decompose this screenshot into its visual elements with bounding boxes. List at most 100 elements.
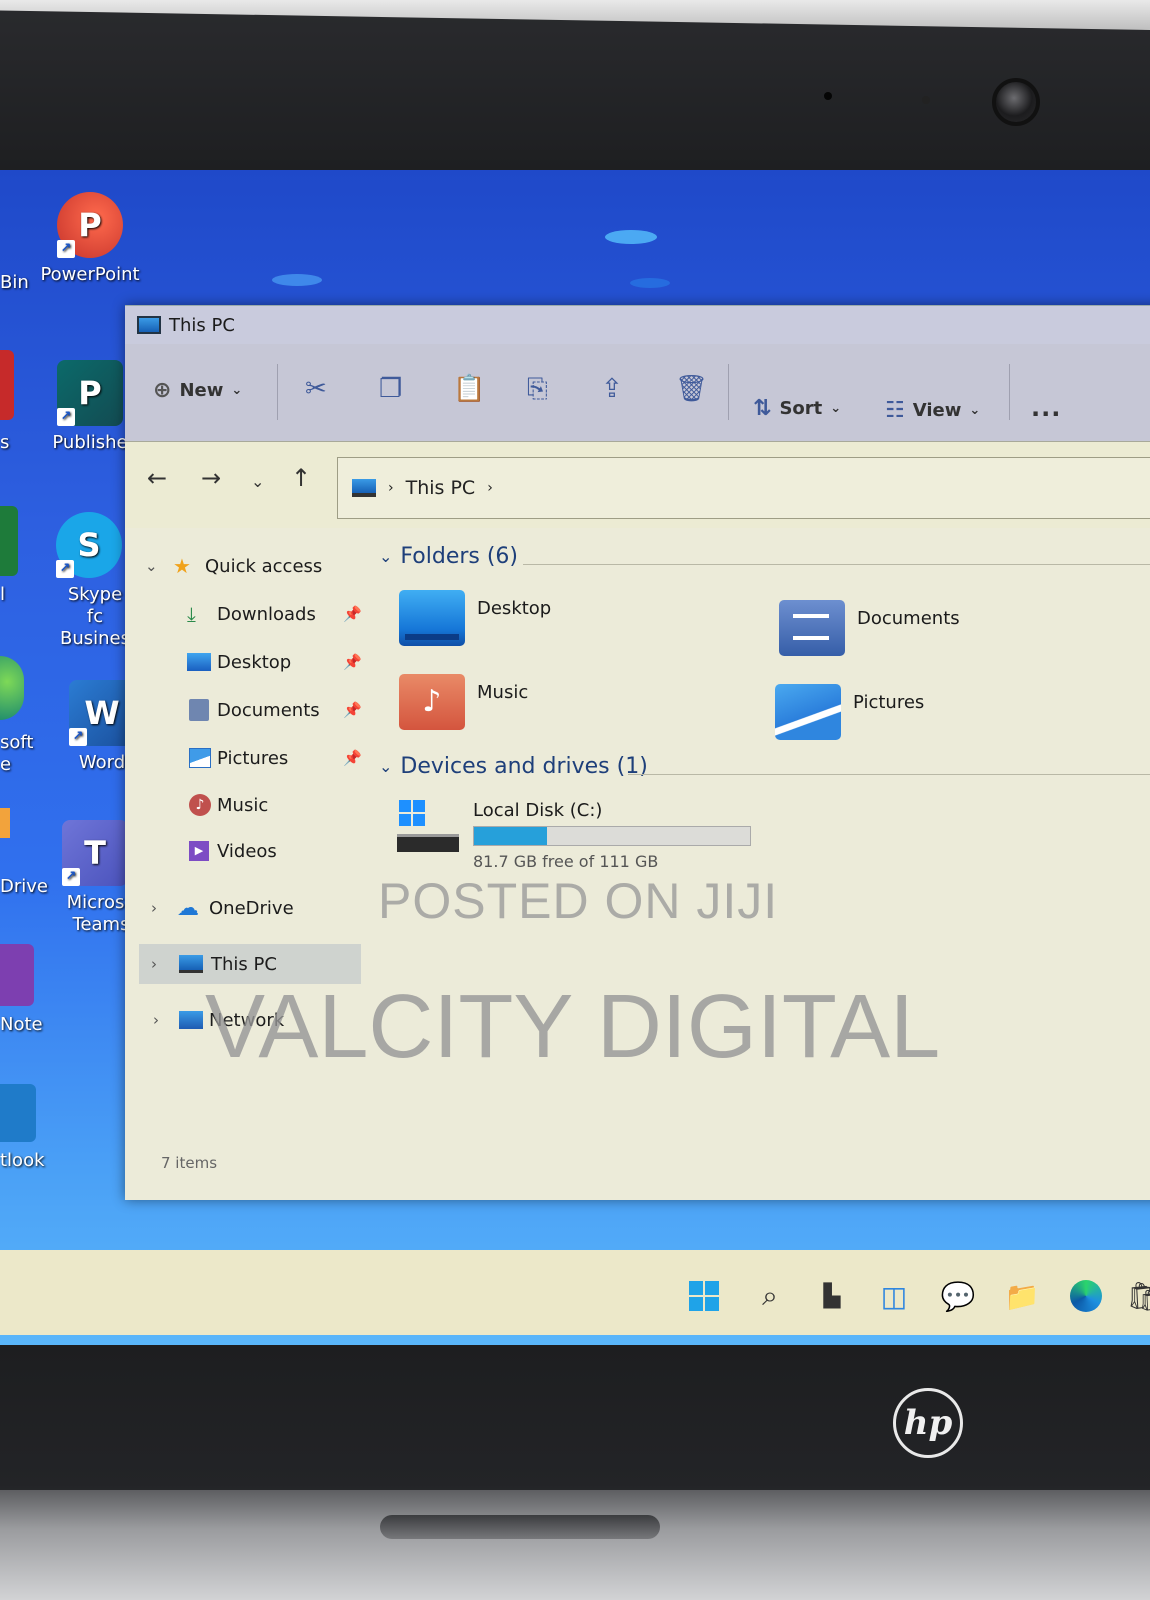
- monitor-icon: [352, 479, 376, 497]
- folders-section-header[interactable]: ⌄ Folders (6): [379, 544, 518, 569]
- task-view-icon[interactable]: ▙: [814, 1278, 850, 1314]
- desktop-icon-label: Skype fc Busines: [60, 584, 130, 649]
- delete-icon[interactable]: 🗑: [675, 374, 708, 404]
- status-item-count: 7 items: [161, 1154, 218, 1172]
- desktop-icon-label: Publishe: [52, 432, 128, 453]
- nav-item-desktop[interactable]: Desktop 📌: [125, 642, 370, 682]
- start-windows-icon[interactable]: [686, 1278, 722, 1314]
- desktop-icon-label-cut: Note: [0, 1014, 43, 1035]
- pin-icon[interactable]: 📌: [343, 653, 362, 671]
- watermark-posted: POSTED ON JIJI: [378, 873, 779, 929]
- drive-free-space: 81.7 GB free of 111 GB: [473, 852, 659, 871]
- watermark-brand: VALCITY DIGITAL: [205, 977, 941, 1077]
- desktop-icon-label-cut: l: [0, 584, 6, 605]
- new-button-label: New: [179, 380, 224, 401]
- desktop-icon-powerpoint[interactable]: P ↗ PowerPoint: [40, 192, 140, 286]
- wallpaper-accent: [272, 274, 322, 286]
- nav-item-label: Downloads: [217, 603, 316, 625]
- windows-drive-icon: [397, 800, 461, 856]
- pin-icon[interactable]: 📌: [343, 701, 362, 719]
- file-explorer-icon[interactable]: 📁: [1004, 1278, 1040, 1314]
- folder-tile-desktop[interactable]: Desktop: [399, 590, 551, 646]
- nav-item-videos[interactable]: ▶ Videos: [125, 831, 370, 871]
- nav-item-label: Desktop: [217, 651, 292, 673]
- nav-item-label: Pictures: [217, 747, 289, 769]
- copy-icon[interactable]: ❐: [379, 374, 402, 404]
- sensor-dot: [922, 96, 930, 104]
- forward-arrow-icon[interactable]: →: [201, 464, 221, 492]
- window-titlebar[interactable]: This PC: [125, 306, 1150, 344]
- devices-section-header[interactable]: ⌄ Devices and drives (1): [379, 754, 648, 779]
- laptop-hinge: [0, 1490, 1150, 1600]
- desktop-icon-skype[interactable]: S ↗ Skype fc Busines: [44, 512, 134, 650]
- desktop-folder-icon: [187, 653, 211, 671]
- folder-tile-music[interactable]: ♪ Music: [399, 674, 528, 730]
- nav-item-onedrive[interactable]: › ☁ OneDrive: [125, 888, 370, 928]
- nav-item-label: OneDrive: [209, 897, 294, 919]
- monitor-icon: [179, 955, 203, 973]
- drive-name: Local Disk (C:): [473, 800, 603, 821]
- folder-tile-documents[interactable]: Documents: [779, 600, 960, 656]
- chevron-down-icon: ⌄: [379, 757, 393, 776]
- share-icon[interactable]: ⇪: [601, 374, 623, 404]
- desktop-icon-label-cut: s: [0, 432, 10, 453]
- desktop-folder-icon: [399, 590, 465, 646]
- teams-icon: T ↗: [62, 820, 128, 886]
- folder-name: Desktop: [477, 598, 552, 619]
- up-arrow-icon[interactable]: ↑: [291, 464, 311, 492]
- desktop-icon-teams[interactable]: T ↗ Microso Teams: [54, 820, 136, 936]
- more-options-button[interactable]: ...: [1031, 394, 1061, 422]
- plus-circle-icon: ⊕: [153, 378, 172, 403]
- music-folder-icon: ♪: [399, 674, 465, 730]
- pin-icon[interactable]: 📌: [343, 605, 362, 623]
- pictures-folder-icon: [189, 748, 211, 768]
- toolbar-divider: [277, 364, 278, 420]
- address-bar[interactable]: › This PC ›: [337, 457, 1150, 519]
- shortcut-arrow-icon: ↗: [57, 240, 75, 258]
- store-icon[interactable]: 🛍: [1126, 1278, 1150, 1314]
- view-button[interactable]: ☷ View ⌄: [885, 398, 980, 423]
- windows-logo-icon: [689, 1281, 719, 1311]
- folder-tile-pictures[interactable]: Pictures: [775, 684, 924, 740]
- nav-item-label: Music: [217, 794, 269, 816]
- back-arrow-icon[interactable]: ←: [147, 464, 167, 492]
- nav-item-label: This PC: [211, 953, 277, 975]
- folder-name: Documents: [857, 608, 960, 629]
- chat-icon[interactable]: 💬: [940, 1278, 976, 1314]
- sort-arrows-icon: ⇅: [753, 396, 772, 421]
- recent-chevron-icon[interactable]: ⌄: [251, 472, 264, 491]
- shortcut-arrow-icon: ↗: [69, 728, 87, 746]
- music-note-icon: ♪: [189, 794, 211, 816]
- widgets-icon[interactable]: ◫: [876, 1278, 912, 1314]
- navigation-row: ← → ⌄ ↑ › This PC ›: [125, 442, 1150, 528]
- folder-screen-detail: [405, 634, 459, 640]
- section-divider: [628, 774, 1150, 775]
- desktop-icon-label: PowerPoint: [40, 264, 140, 285]
- edge-browser-icon[interactable]: [1068, 1278, 1104, 1314]
- drive-usage-bar: [473, 826, 751, 846]
- new-button[interactable]: ⊕ New ⌄: [153, 378, 242, 403]
- skype-icon: S ↗: [56, 512, 122, 578]
- cloud-icon: ☁: [177, 895, 199, 921]
- nav-item-pictures[interactable]: Pictures 📌: [125, 738, 370, 778]
- nav-item-music[interactable]: ♪ Music: [125, 785, 370, 825]
- nav-quick-access[interactable]: ⌄ ★ Quick access: [125, 546, 370, 586]
- nav-item-documents[interactable]: Documents 📌: [125, 690, 370, 730]
- rename-icon[interactable]: ⎘: [527, 374, 548, 405]
- search-icon[interactable]: ⌕: [752, 1278, 788, 1314]
- sort-button[interactable]: ⇅ Sort ⌄: [753, 396, 841, 421]
- pin-icon[interactable]: 📌: [343, 749, 362, 767]
- desktop-icon-cut-tile: [0, 506, 18, 576]
- paste-icon[interactable]: 📋: [453, 374, 485, 404]
- windows-logo-icon: [399, 800, 425, 826]
- hinge-slot: [380, 1515, 660, 1539]
- chevron-right-icon: ›: [151, 955, 157, 973]
- desktop-icon-cut-tile: [0, 350, 14, 420]
- chevron-down-icon: ⌄: [145, 557, 158, 575]
- wallpaper-accent: [630, 278, 670, 288]
- nav-item-downloads[interactable]: ⤓ Downloads 📌: [125, 594, 370, 634]
- desktop-icon-label-cut: Bin: [0, 272, 29, 293]
- window-title: This PC: [169, 314, 235, 336]
- breadcrumb-this-pc[interactable]: This PC: [406, 477, 476, 499]
- cut-icon[interactable]: ✂: [305, 374, 327, 404]
